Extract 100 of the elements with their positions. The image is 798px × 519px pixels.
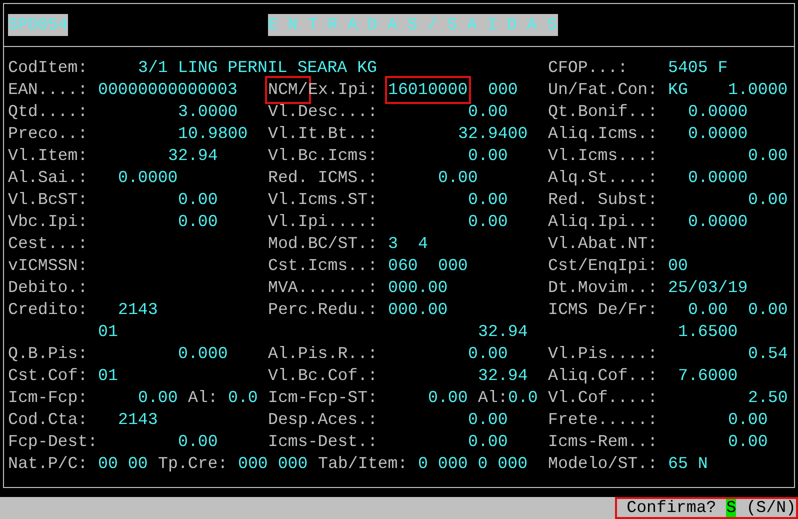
field-label: Aliq.Icms.:	[548, 123, 658, 145]
field-label: Cst.Icms..:	[268, 255, 378, 277]
field-value: 5405 F	[668, 57, 728, 79]
field-label: ICMS De/Fr:	[548, 299, 658, 321]
field-value: 0.00	[728, 431, 768, 453]
field-label: Vl.It.Bt..:	[268, 123, 378, 145]
field-value: 10.9800	[178, 123, 248, 145]
prompt-text: Confirma?	[626, 497, 716, 519]
field-value: 32.94	[478, 321, 528, 343]
field-value: 00000000000003	[98, 79, 238, 101]
field-value: 0.00	[748, 145, 788, 167]
field-label: Al.Pis.R..:	[268, 343, 378, 365]
field-value: 0.00	[178, 211, 218, 233]
field-label: Icm-Fcp:	[8, 387, 88, 409]
field-label: Aliq.Cof..:	[548, 365, 658, 387]
field-value: 0.00	[468, 145, 508, 167]
field-label: CodItem:	[8, 57, 88, 79]
field-value: 01	[98, 321, 118, 343]
field-label: Cst/EnqIpi:	[548, 255, 658, 277]
field-label: Desp.Aces.:	[268, 409, 378, 431]
field-label: Qt.Bonif..:	[548, 101, 658, 123]
field-label: Vbc.Ipi:	[8, 211, 88, 233]
field-label: Vl.Icms.ST:	[268, 189, 378, 211]
field-value: 1.0000	[728, 79, 788, 101]
field-value: 0.0000	[688, 123, 748, 145]
field-label: Vl.Cof....:	[548, 387, 658, 409]
field-label: Icm-Fcp-ST:	[268, 387, 378, 409]
field-value: 3/1 LING PERNIL SEARA KG	[138, 57, 378, 79]
field-label: Q.B.Pis:	[8, 343, 88, 365]
field-value: 32.9400	[458, 123, 528, 145]
field-label: Vl.Pis....:	[548, 343, 658, 365]
field-value: 32.94	[168, 145, 218, 167]
field-label: Credito:	[8, 299, 88, 321]
field-value: 7.6000	[678, 365, 738, 387]
field-value: 0.00	[178, 431, 218, 453]
field-value: 16010000	[388, 79, 468, 101]
field-value: 000	[488, 79, 518, 101]
field-value: 1.6500	[678, 321, 738, 343]
field-value: 0.00	[468, 343, 508, 365]
field-value: 0.00	[688, 299, 728, 321]
field-value: 000	[438, 255, 468, 277]
field-label: Al:	[478, 387, 508, 409]
field-label: Cest...:	[8, 233, 88, 255]
field-label: vICMSSN:	[8, 255, 88, 277]
field-value: 0 000 0 000	[418, 453, 528, 475]
field-value: 2.50	[748, 387, 788, 409]
field-label: Vl.Bc.Icms:	[268, 145, 378, 167]
field-label: Preco..:	[8, 123, 88, 145]
field-label: Vl.Ipi....:	[268, 211, 378, 233]
field-value: KG	[668, 79, 688, 101]
field-value: 060	[388, 255, 418, 277]
field-label: Mod.BC/ST.:	[268, 233, 378, 255]
field-value: 000 000	[238, 453, 308, 475]
field-label: Fcp-Dest:	[8, 431, 98, 453]
field-value: 0.0000	[118, 167, 178, 189]
field-value: 3.0000	[178, 101, 238, 123]
field-label: Perc.Redu.:	[268, 299, 378, 321]
field-label: EAN....:	[8, 79, 88, 101]
field-value: 0.00	[468, 101, 508, 123]
field-label: Al.Sai.:	[8, 167, 88, 189]
field-label: Dt.Movim..:	[548, 277, 658, 299]
field-value: 2143	[118, 299, 158, 321]
field-label: Tab/Item:	[318, 453, 408, 475]
options-text: (S/N)	[746, 497, 796, 519]
field-value: 01	[98, 365, 118, 387]
field-value: 0.0	[508, 387, 538, 409]
field-value: 0.0	[228, 387, 258, 409]
answer-field[interactable]: S	[726, 497, 736, 519]
field-label: Vl.Icms...:	[548, 145, 658, 167]
field-value: 0.00	[468, 211, 508, 233]
field-value: 00 00	[98, 453, 148, 475]
field-value: 0.0000	[688, 101, 748, 123]
field-value: 32.94	[478, 365, 528, 387]
field-label: Vl.Bc.Cof.:	[268, 365, 378, 387]
field-label: Alq.St....:	[548, 167, 658, 189]
field-label: Modelo/ST.:	[548, 453, 658, 475]
field-label: Red. Subst:	[548, 189, 658, 211]
field-value: 0.00	[438, 167, 478, 189]
field-value: 0.0000	[688, 211, 748, 233]
field-value: 0.00	[468, 409, 508, 431]
field-label: Icms-Dest.:	[268, 431, 378, 453]
field-label: Vl.Item:	[8, 145, 88, 167]
field-value: 000.00	[388, 277, 448, 299]
field-label: Tp.Cre:	[158, 453, 228, 475]
field-value: 00	[668, 255, 688, 277]
field-value: 0.00	[748, 299, 788, 321]
field-value: 000.00	[388, 299, 448, 321]
field-label: Cod.Cta:	[8, 409, 88, 431]
field-label: Vl.BcST:	[8, 189, 88, 211]
field-value: 0.0000	[688, 167, 748, 189]
field-label: Qtd....:	[8, 101, 88, 123]
field-label: Icms-Rem..:	[548, 431, 658, 453]
field-value: 0.54	[748, 343, 788, 365]
field-value: 0.00	[138, 387, 178, 409]
field-label: Vl.Abat.NT:	[548, 233, 658, 255]
field-value: 4	[418, 233, 428, 255]
field-value: 0.00	[728, 409, 768, 431]
field-value: 0.000	[178, 343, 228, 365]
field-value: 0.00	[428, 387, 468, 409]
field-label: Vl.Desc...:	[268, 101, 378, 123]
